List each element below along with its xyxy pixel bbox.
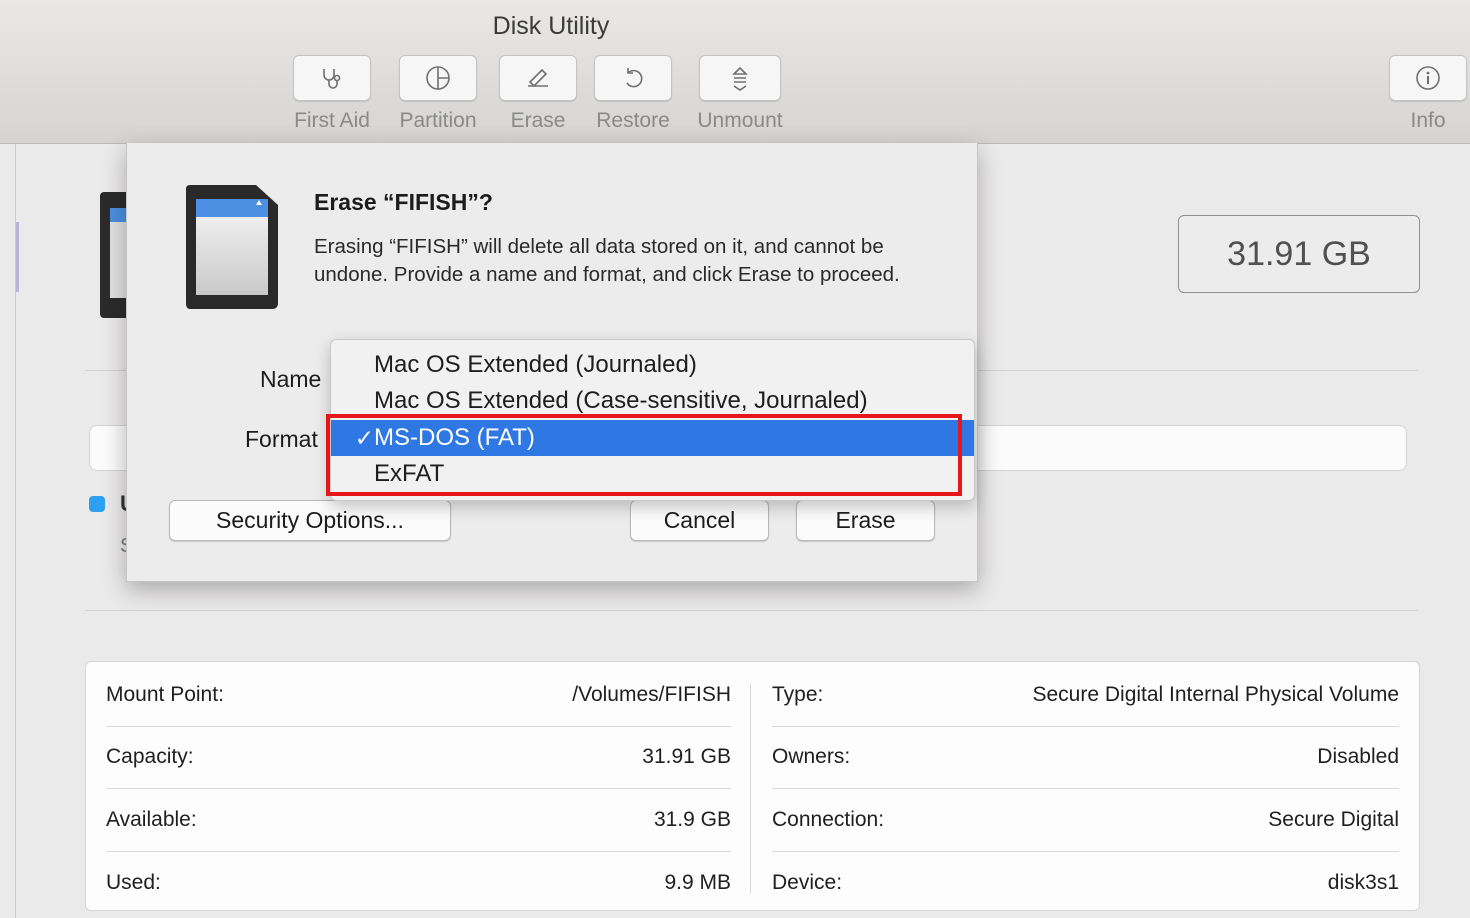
erase-toolbar-label: Erase <box>510 109 566 132</box>
info-value: 9.9 MB <box>664 871 731 894</box>
pie-chart-icon <box>426 66 450 90</box>
dialog-message: Erasing “FIFISH” will delete all data st… <box>314 235 900 286</box>
info-value: Disabled <box>1317 745 1399 768</box>
window-title: Disk Utility <box>492 12 610 40</box>
info-row-used: Used: 9.9 MB <box>106 852 731 914</box>
partition-label: Partition <box>399 109 477 132</box>
name-label: Name <box>260 366 322 392</box>
capacity-display: 31.91 GB <box>1178 215 1420 293</box>
menu-item-label: Mac OS Extended (Journaled) <box>374 351 697 378</box>
divider-bottom <box>85 610 1418 611</box>
first-aid-label: First Aid <box>294 109 370 132</box>
info-label: Device: <box>772 871 843 894</box>
info-value: 31.9 GB <box>653 808 731 831</box>
info-row-available: Available: 31.9 GB <box>106 789 731 851</box>
info-value: 31.91 GB <box>642 745 731 768</box>
menu-item-label: Mac OS Extended (Case-sensitive, Journal… <box>374 387 868 414</box>
info-label: Capacity: <box>106 745 194 768</box>
info-label: Connection: <box>772 808 885 831</box>
info-label: Type: <box>772 683 824 706</box>
sd-card-icon <box>186 185 278 309</box>
cancel-button[interactable]: Cancel <box>630 500 769 541</box>
undo-arrow-icon <box>626 68 643 88</box>
security-options-button[interactable]: Security Options... <box>169 500 451 541</box>
info-label: Mount Point: <box>106 683 224 706</box>
volume-info-table: Mount Point: /Volumes/FIFISH Capacity: 3… <box>85 661 1420 911</box>
info-value: disk3s1 <box>1327 871 1399 894</box>
annotation-highlight-box <box>326 414 962 496</box>
info-label: Available: <box>106 808 197 831</box>
info-value: Secure Digital Internal Physical Volume <box>1032 683 1399 706</box>
format-option-mac-os-extended-journaled[interactable]: Mac OS Extended (Journaled) <box>331 347 974 383</box>
info-row-mount-point: Mount Point: /Volumes/FIFISH <box>106 664 731 726</box>
info-label: Owners: <box>772 745 851 768</box>
stethoscope-icon <box>323 69 341 89</box>
restore-label: Restore <box>596 109 670 132</box>
info-row-type: Type: Secure Digital Internal Physical V… <box>772 664 1399 726</box>
dialog-title: Erase “FIFISH”? <box>314 189 493 215</box>
info-button[interactable]: Info <box>1389 55 1467 133</box>
window-toolbar: Disk Utility First Aid Partition Erase R… <box>0 0 1470 144</box>
legend-used-swatch <box>89 496 105 512</box>
info-icon <box>1416 66 1440 90</box>
restore-button[interactable]: Restore <box>592 55 674 133</box>
partition-button[interactable]: Partition <box>393 55 483 133</box>
eject-icon <box>732 66 748 91</box>
info-row-owners: Owners: Disabled <box>772 726 1399 788</box>
info-row-capacity: Capacity: 31.91 GB <box>106 726 731 788</box>
first-aid-button[interactable]: First Aid <box>288 55 376 133</box>
info-row-connection: Connection: Secure Digital <box>772 789 1399 851</box>
erase-button[interactable]: Erase <box>796 500 935 541</box>
unmount-button[interactable]: Unmount <box>692 55 788 133</box>
format-label: Format <box>245 426 318 452</box>
info-row-device: Device: disk3s1 <box>772 852 1399 914</box>
erase-toolbar-button[interactable]: Erase <box>498 55 578 133</box>
sidebar-selection-accent <box>16 222 19 292</box>
unmount-label: Unmount <box>697 109 783 132</box>
info-label: Info <box>1410 109 1446 132</box>
pencil-note-icon <box>528 68 548 88</box>
info-value: /Volumes/FIFISH <box>572 683 731 706</box>
info-label: Used: <box>106 871 161 894</box>
info-value: Secure Digital <box>1268 808 1399 831</box>
